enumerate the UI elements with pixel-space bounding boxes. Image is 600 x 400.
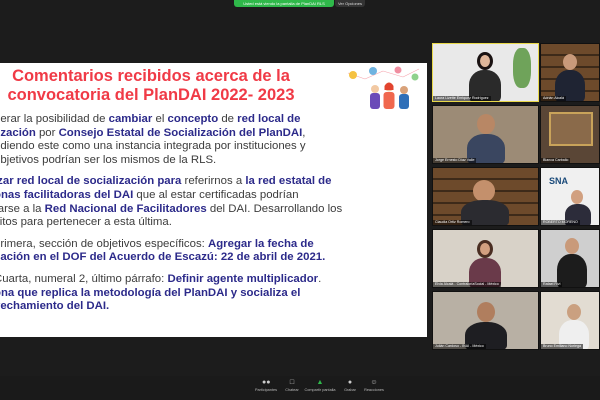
participant-tile[interactable]: Julián Cardoso - INAI - México bbox=[432, 291, 539, 350]
slide-title: Comentarios recibidos acerca de la convo… bbox=[7, 67, 295, 104]
participant-name: Adrián Alcalá bbox=[541, 96, 566, 101]
sna-logo: SNA bbox=[549, 176, 569, 186]
participant-name: Claudia Ortiz Romero bbox=[433, 220, 472, 225]
participant-name: Julián Cardoso - INAI - México bbox=[433, 344, 486, 349]
screen-share-banner[interactable]: Usted está viendo la pantalla de PlanDAI… bbox=[234, 0, 334, 7]
participants-icon: ●● bbox=[262, 379, 271, 386]
participant-tile[interactable]: Bruno Emiliano Noriega bbox=[540, 291, 600, 350]
participant-tile[interactable]: Jorge Ernesto Díaz Valle bbox=[432, 105, 539, 164]
paragraph-1: derar la posibilidad de cambiar el conce… bbox=[0, 113, 306, 166]
record-icon: ● bbox=[347, 379, 353, 386]
participant-tile[interactable]: Blanca Carballo bbox=[540, 105, 600, 164]
participant-name: Laura Lizette Enriquez Rodríguez bbox=[433, 96, 491, 101]
plant-decoration bbox=[513, 48, 531, 88]
participant-tile[interactable]: SNA ROBERTO MORENO bbox=[540, 167, 600, 226]
participant-tile[interactable]: Rafael Rivi bbox=[540, 229, 600, 288]
paragraph-2: izar red local de socialización para ref… bbox=[0, 175, 343, 229]
people-illustration bbox=[347, 66, 420, 109]
meeting-toolbar: ●● Participantes □ Chatear ▲ Compartir p… bbox=[0, 376, 600, 400]
participant-tile[interactable]: Elvia Alcalá - ContraloríaSocial - Méxic… bbox=[432, 229, 539, 288]
chat-icon: □ bbox=[289, 379, 295, 386]
reactions-icon: ☺ bbox=[370, 379, 378, 386]
participant-gallery: Laura Lizette Enriquez Rodríguez Adrián … bbox=[432, 43, 600, 353]
participant-name: Rafael Rivi bbox=[541, 282, 563, 287]
participant-tile[interactable]: Claudia Ortiz Romero bbox=[432, 167, 539, 226]
framed-picture bbox=[549, 112, 593, 146]
shared-slide: Comentarios recibidos acerca de la convo… bbox=[0, 63, 427, 337]
slide-body: derar la posibilidad de cambiar el conce… bbox=[0, 113, 366, 322]
share-screen-icon: ▲ bbox=[316, 379, 324, 386]
participant-tile[interactable]: Adrián Alcalá bbox=[540, 43, 600, 102]
paragraph-4: Cuarta, numeral 2, último párrafo: Defin… bbox=[0, 272, 322, 313]
participant-name: Bruno Emiliano Noriega bbox=[541, 344, 583, 349]
view-options-button[interactable]: Ver Opciones bbox=[335, 0, 365, 7]
participant-name: Blanca Carballo bbox=[541, 158, 571, 163]
participant-name: Jorge Ernesto Díaz Valle bbox=[433, 158, 477, 163]
participant-name: ROBERTO MORENO bbox=[541, 220, 580, 225]
paragraph-3: primera, sección de objetivos específico… bbox=[0, 237, 326, 264]
participant-tile[interactable]: Laura Lizette Enriquez Rodríguez bbox=[432, 43, 539, 102]
reactions-button[interactable]: ☺ Reacciones bbox=[354, 379, 394, 392]
participant-name: Elvia Alcalá - ContraloríaSocial - Méxic… bbox=[433, 282, 501, 287]
